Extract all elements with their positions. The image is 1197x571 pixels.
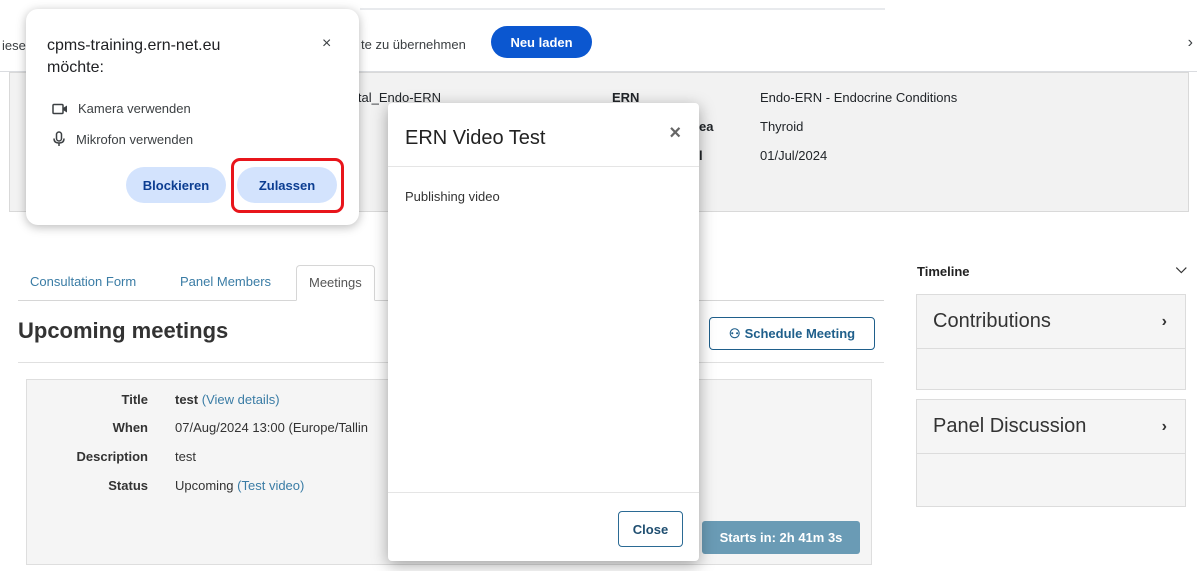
status-text: Upcoming bbox=[175, 478, 234, 493]
tab-meetings[interactable]: Meetings bbox=[296, 265, 375, 301]
schedule-meeting-button[interactable]: ⚇ Schedule Meeting bbox=[709, 317, 875, 350]
title-value: test (View details) bbox=[175, 392, 280, 407]
tab-panel-members[interactable]: Panel Members bbox=[168, 265, 283, 301]
description-label: Description bbox=[76, 449, 148, 464]
infobar-truncated-text: iese bbox=[2, 38, 26, 53]
modal-header: ERN Video Test × bbox=[388, 103, 699, 167]
ern-value: Endo-ERN - Endocrine Conditions bbox=[760, 90, 958, 105]
area-label: ea bbox=[699, 119, 714, 134]
chevron-right-icon[interactable]: › bbox=[1188, 34, 1193, 52]
when-value: 07/Aug/2024 13:00 (Europe/Tallin bbox=[175, 420, 368, 435]
title-label: Title bbox=[121, 392, 149, 407]
infobar-message: te zu übernehmen bbox=[361, 37, 466, 52]
area-value: Thyroid bbox=[760, 119, 804, 134]
chevron-right-icon: › bbox=[1161, 417, 1167, 435]
collapse-toggle-icon[interactable]: ⌵ bbox=[1176, 260, 1187, 277]
panel-discussion-panel: Panel Discussion › bbox=[916, 399, 1186, 507]
date-label: l bbox=[699, 148, 703, 163]
modal-body-text: Publishing video bbox=[405, 189, 500, 204]
contributions-label: Contributions bbox=[933, 310, 1051, 332]
permission-title: cpms-training.ern-net.eu möchte: bbox=[47, 35, 220, 79]
contributions-panel: Contributions › bbox=[916, 294, 1186, 390]
status-label: Status bbox=[108, 478, 148, 493]
close-icon[interactable]: × bbox=[322, 35, 331, 53]
when-label: When bbox=[112, 420, 148, 435]
users-icon: ⚇ bbox=[728, 325, 741, 341]
schedule-meeting-label: Schedule Meeting bbox=[744, 326, 856, 341]
close-icon[interactable]: × bbox=[669, 122, 681, 145]
modal-title: ERN Video Test bbox=[405, 127, 546, 149]
camera-label: Kamera verwenden bbox=[78, 101, 191, 116]
address-bar-edge bbox=[360, 8, 885, 10]
meeting-title: test bbox=[175, 392, 199, 407]
block-button[interactable]: Blockieren bbox=[126, 167, 226, 203]
panel-discussion-header[interactable]: Panel Discussion › bbox=[917, 400, 1185, 454]
camera-icon bbox=[52, 103, 67, 114]
view-details-link[interactable]: (View details) bbox=[202, 392, 280, 407]
video-test-modal: ERN Video Test × Publishing video Close bbox=[388, 103, 699, 561]
date-value: 01/Jul/2024 bbox=[760, 148, 828, 163]
timeline-label: Timeline bbox=[917, 264, 970, 279]
close-button[interactable]: Close bbox=[618, 511, 683, 547]
microphone-icon bbox=[53, 131, 65, 146]
camera-permission: Kamera verwenden bbox=[52, 101, 191, 116]
panel-discussion-label: Panel Discussion bbox=[933, 415, 1087, 437]
status-value: Upcoming (Test video) bbox=[175, 478, 304, 493]
reload-button[interactable]: Neu laden bbox=[491, 26, 592, 58]
permission-wants: möchte: bbox=[47, 59, 104, 76]
tab-consultation-form[interactable]: Consultation Form bbox=[18, 265, 148, 301]
highlight-annotation bbox=[231, 158, 344, 213]
modal-footer: Close bbox=[388, 492, 699, 561]
microphone-permission: Mikrofon verwenden bbox=[52, 131, 193, 147]
starts-in-button[interactable]: Starts in: 2h 41m 3s bbox=[702, 521, 860, 554]
permission-site: cpms-training.ern-net.eu bbox=[47, 37, 221, 54]
microphone-label: Mikrofon verwenden bbox=[76, 131, 194, 147]
description-value: test bbox=[175, 449, 196, 464]
contributions-header[interactable]: Contributions › bbox=[917, 295, 1185, 349]
chevron-right-icon: › bbox=[1161, 312, 1167, 330]
test-video-link[interactable]: (Test video) bbox=[237, 478, 304, 493]
upcoming-meetings-heading: Upcoming meetings bbox=[18, 318, 229, 343]
